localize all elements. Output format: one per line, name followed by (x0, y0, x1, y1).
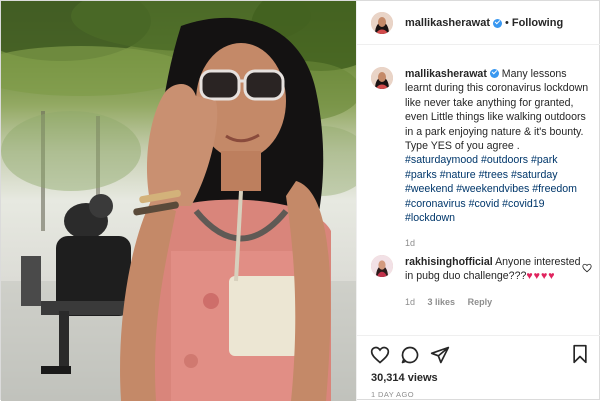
view-count[interactable]: 30,314 views (371, 372, 438, 384)
comment-time[interactable]: 1d (405, 297, 415, 307)
comment-icon (401, 346, 419, 364)
share-icon (430, 346, 450, 364)
post-actions: 30,314 views 1 DAY AGO (357, 335, 600, 401)
comment-meta: 1d 3 likes Reply (405, 295, 589, 309)
commenter-avatar[interactable] (371, 255, 393, 277)
author-username[interactable]: mallikasherawat (405, 17, 490, 29)
comment-likes[interactable]: 3 likes (428, 297, 456, 307)
caption-item: mallikasherawat Many lessons learnt duri… (371, 67, 596, 251)
post-dialog: mallikasherawat • Following mallikashera… (0, 0, 600, 401)
reply-button[interactable]: Reply (468, 297, 493, 307)
photo-illustration (1, 1, 356, 401)
following-button[interactable]: Following (512, 17, 563, 29)
post-timestamp[interactable]: 1 DAY AGO (371, 390, 414, 399)
heart-icon (370, 346, 390, 364)
post-header: mallikasherawat • Following (357, 1, 600, 45)
comment-button[interactable] (399, 344, 421, 366)
caption-username[interactable]: mallikasherawat (405, 68, 487, 80)
caption-meta: 1d (405, 236, 589, 250)
save-button[interactable] (570, 344, 592, 366)
comment-item: rakhisinghofficial Anyone interested in … (371, 255, 596, 309)
commenter-username[interactable]: rakhisinghofficial (405, 256, 493, 268)
verified-badge-icon (493, 19, 502, 28)
header-separator: • (505, 16, 509, 29)
comments-list[interactable]: mallikasherawat Many lessons learnt duri… (357, 45, 600, 335)
post-sidebar: mallikasherawat • Following mallikashera… (356, 1, 600, 401)
caption-text: Many lessons learnt during this coronavi… (405, 68, 589, 153)
author-avatar[interactable] (371, 11, 393, 34)
share-button[interactable] (429, 344, 451, 366)
caption-hashtags[interactable]: #saturdaymood #outdoors #park #parks #na… (405, 154, 577, 224)
like-button[interactable] (369, 344, 391, 366)
comment-hearts-emoji: ♥♥♥♥ (526, 270, 556, 283)
comment-body: rakhisinghofficial Anyone interested in … (405, 255, 589, 309)
post-photo[interactable] (1, 1, 356, 401)
caption-author-avatar[interactable] (371, 67, 393, 89)
caption-text-block: mallikasherawat Many lessons learnt duri… (405, 67, 589, 225)
bookmark-icon (573, 344, 587, 364)
caption-body: mallikasherawat Many lessons learnt duri… (405, 67, 589, 251)
caption-verified-icon (489, 69, 499, 78)
action-icons (369, 344, 459, 366)
comment-text-block: rakhisinghofficial Anyone interested in … (405, 255, 589, 284)
comment-like-heart-icon[interactable] (582, 263, 592, 273)
caption-time[interactable]: 1d (405, 238, 415, 248)
